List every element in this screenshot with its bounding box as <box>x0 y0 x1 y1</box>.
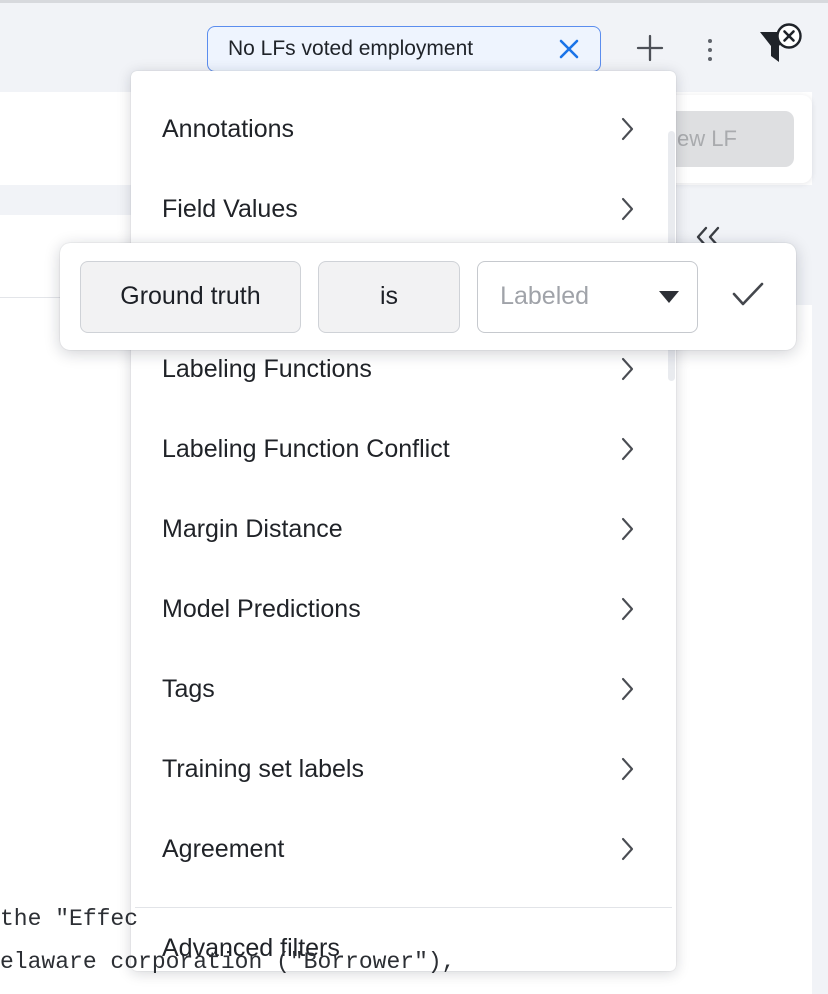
document-text: the "Effec elaware corporation ("Borrowe… <box>0 898 470 984</box>
menu-item-label: Margin Distance <box>162 514 343 543</box>
menu-item-label: Model Predictions <box>162 594 361 623</box>
condition-value-select[interactable]: Labeled <box>477 260 698 333</box>
chevron-right-icon <box>619 195 636 223</box>
menu-item-label: Tags <box>162 674 215 703</box>
menu-item-tags[interactable]: Tags <box>131 649 676 729</box>
more-options-button[interactable] <box>690 30 730 70</box>
chevron-right-icon <box>619 435 636 463</box>
condition-subject-button[interactable]: Ground truth <box>80 260 301 333</box>
document-text-line-2: elaware corporation ("Borrower"), <box>0 949 456 975</box>
close-x-icon[interactable] <box>556 36 582 62</box>
document-text-line-1: the "Effec <box>0 906 139 932</box>
menu-item-labeling-function-conflict[interactable]: Labeling Function Conflict <box>131 409 676 489</box>
background-right-rail <box>812 3 828 994</box>
chevron-right-icon <box>619 355 636 383</box>
menu-item-label: Field Values <box>162 194 298 223</box>
menu-item-agreement[interactable]: Agreement <box>131 809 676 889</box>
add-filter-button[interactable] <box>630 30 670 70</box>
chevron-right-icon <box>619 115 636 143</box>
condition-operator-button[interactable]: is <box>317 260 461 333</box>
chevron-right-icon <box>619 595 636 623</box>
filter-category-menu: Annotations Field Values Ground truth La… <box>131 71 676 971</box>
menu-item-training-set-labels[interactable]: Training set labels <box>131 729 676 809</box>
caret-down-icon <box>658 290 679 303</box>
kebab-menu-icon <box>708 39 712 61</box>
plus-icon <box>633 31 667 70</box>
chevron-right-icon <box>619 515 636 543</box>
chevron-right-icon <box>619 675 636 703</box>
menu-item-model-predictions[interactable]: Model Predictions <box>131 569 676 649</box>
menu-item-label: Labeling Function Conflict <box>162 434 450 463</box>
filter-category-list: Annotations Field Values Ground truth La… <box>131 71 676 971</box>
menu-item-annotations[interactable]: Annotations <box>131 89 676 169</box>
menu-item-label: Training set labels <box>162 754 364 783</box>
menu-item-field-values[interactable]: Field Values <box>131 169 676 250</box>
filter-remove-icon <box>752 22 804 75</box>
menu-item-label: Agreement <box>162 834 285 863</box>
condition-builder-popup: Ground truth is Labeled <box>60 243 796 350</box>
chevron-right-icon <box>619 835 636 863</box>
chevron-right-icon <box>619 755 636 783</box>
app-root: New LF No LFs voted employment Annotatio… <box>0 0 828 994</box>
active-filter-chip[interactable]: No LFs voted employment <box>207 26 601 72</box>
condition-value-placeholder: Labeled <box>500 282 590 310</box>
check-icon <box>726 275 770 318</box>
menu-item-margin-distance[interactable]: Margin Distance <box>131 489 676 569</box>
menu-item-label: Annotations <box>162 114 295 143</box>
clear-filters-button[interactable] <box>750 22 806 74</box>
active-filter-chip-label: No LFs voted employment <box>228 37 474 60</box>
menu-item-label: Labeling Functions <box>162 354 372 383</box>
condition-confirm-button[interactable] <box>721 269 776 325</box>
